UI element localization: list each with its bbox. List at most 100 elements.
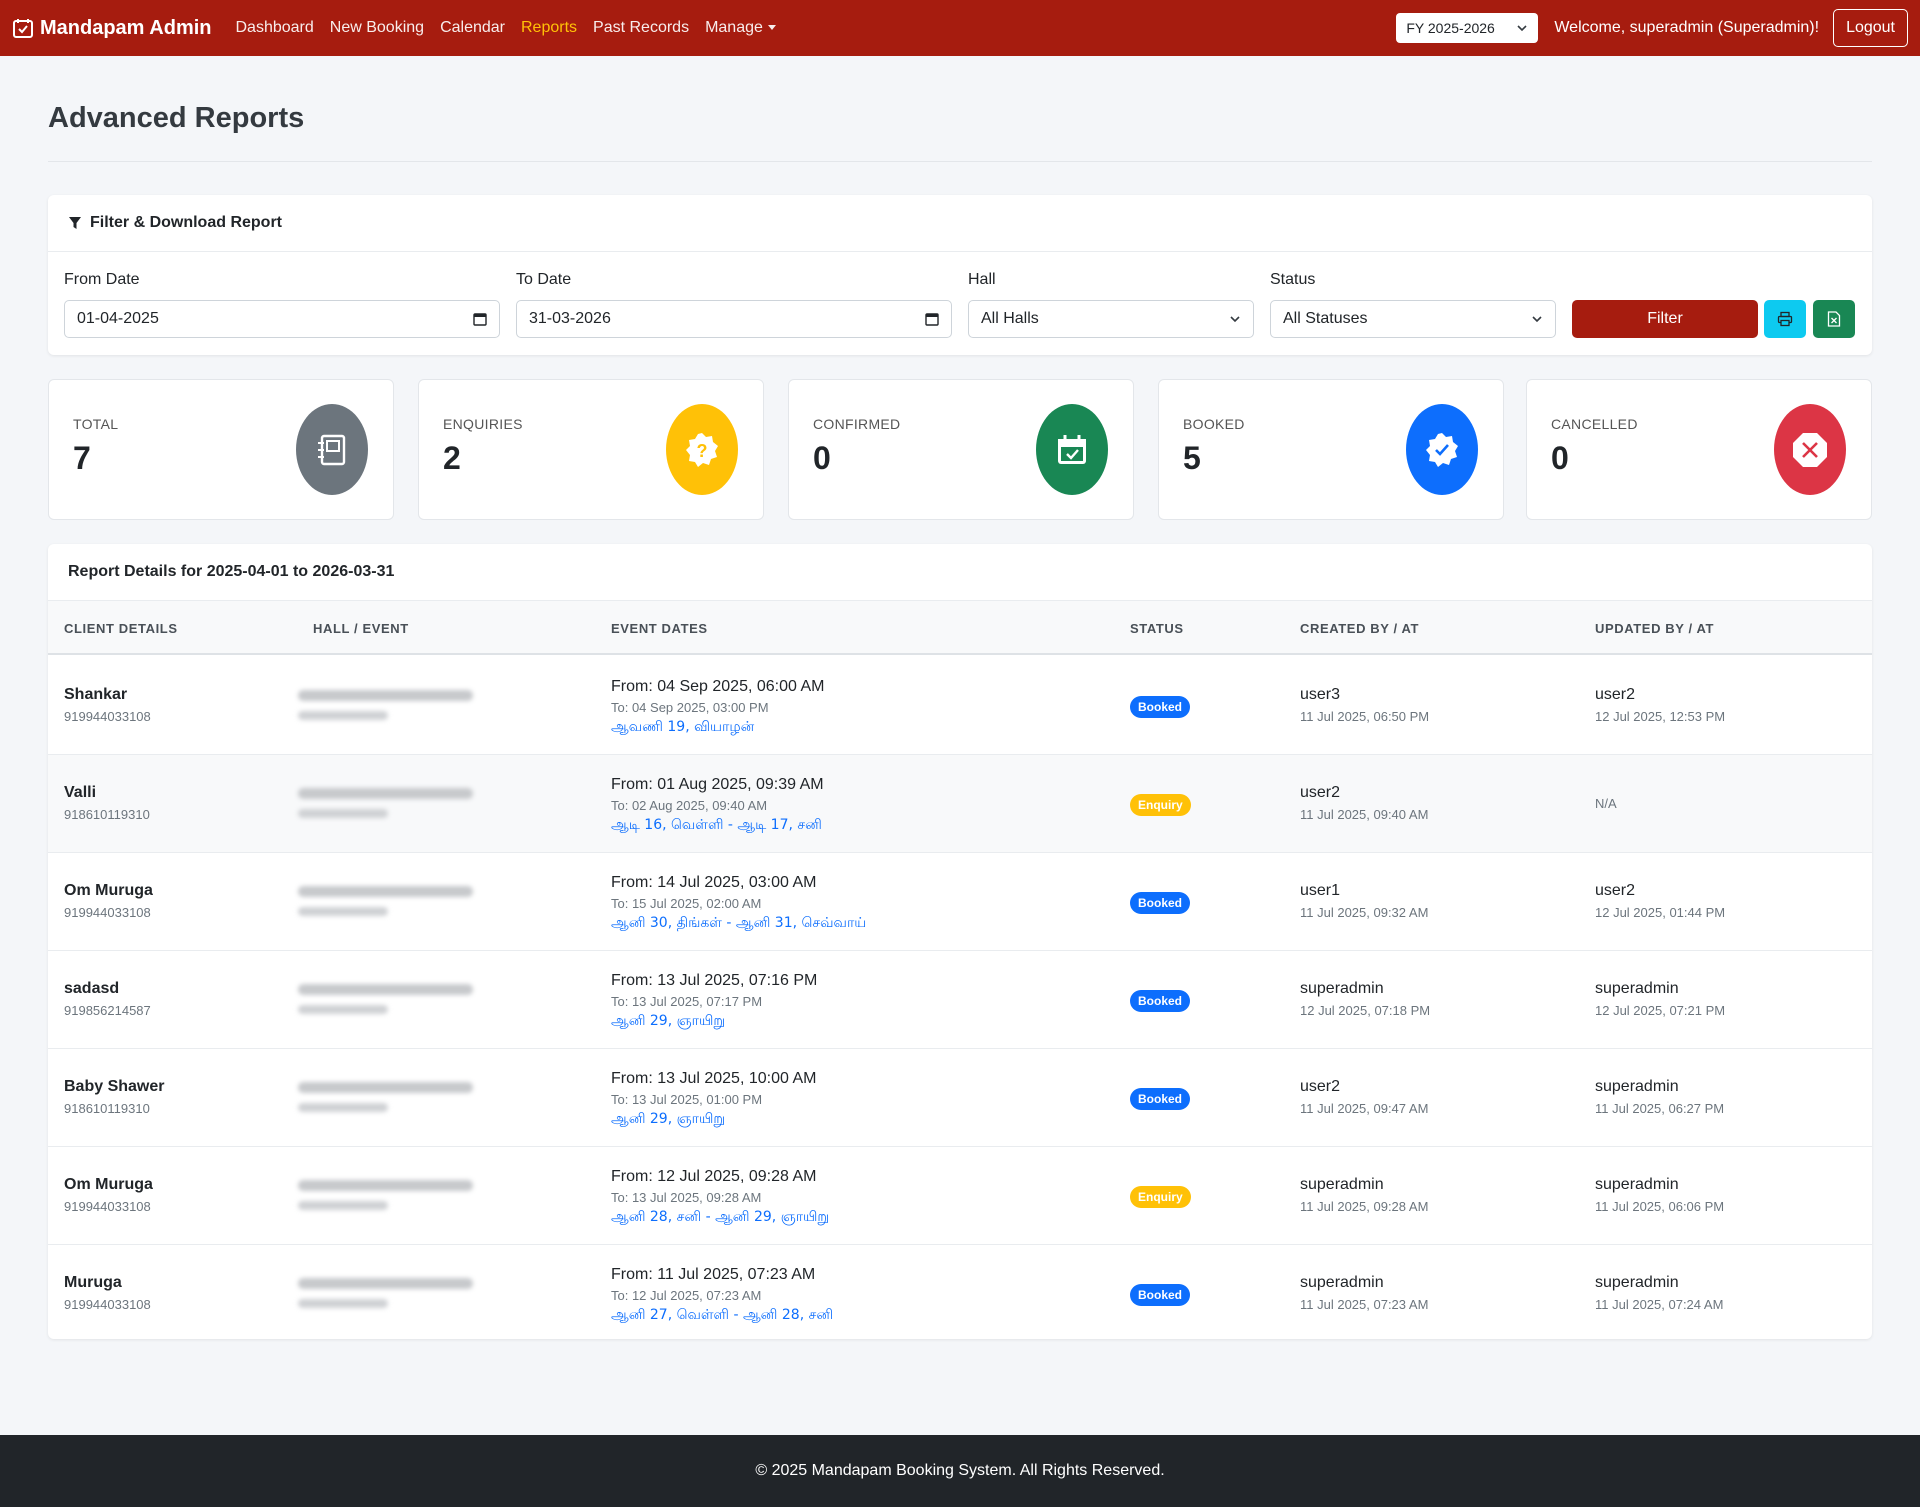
calendar-check-icon [1036,404,1108,495]
hall-event-redacted [298,1201,388,1210]
page-title: Advanced Reports [48,102,305,134]
from-date-input[interactable]: 01-04-2025 [64,300,500,338]
event-from: From: 04 Sep 2025, 06:00 AM [611,678,825,695]
brand-link[interactable]: Mandapam Admin [12,17,212,40]
status-select[interactable]: All Statuses [1270,300,1556,338]
table-row: Baby Shawer 918610119310 From: 13 Jul 20… [48,1049,1872,1147]
created-at: 11 Jul 2025, 09:32 AM [1300,905,1429,920]
created-at: 11 Jul 2025, 09:47 AM [1300,1101,1429,1116]
print-button[interactable] [1764,300,1806,338]
updated-by: superadmin [1595,980,1679,997]
created-at: 11 Jul 2025, 09:40 AM [1300,807,1429,822]
octagon-x-icon [1774,404,1846,495]
footer-text: © 2025 Mandapam Booking System. All Righ… [755,1462,1165,1479]
event-from: From: 13 Jul 2025, 07:16 PM [611,972,818,989]
chevron-down-icon [1532,316,1542,323]
nav-new-booking[interactable]: New Booking [330,19,424,37]
hall-event-redacted [298,1103,388,1112]
filter-card: Filter & Download Report From Date 01-04… [48,195,1872,355]
table-row: sadasd 919856214587 From: 13 Jul 2025, 0… [48,951,1872,1049]
nav-manage-dropdown[interactable]: Manage [705,19,776,37]
updated-by: superadmin [1595,1176,1679,1193]
tamil-date: ஆனி 29, ஞாயிறு [611,1013,726,1029]
hall-event-redacted [298,809,388,818]
calendar-check-icon [13,19,33,38]
updated-by: N/A [1595,796,1617,811]
stat-card-booked: BOOKED 5 [1158,379,1504,520]
stat-card-enquiries: ENQUIRIES 2 ? [418,379,764,520]
fy-select-value: FY 2025-2026 [1406,20,1495,36]
tamil-date: ஆடி 16, வெள்ளி - ஆடி 17, சனி [611,817,822,833]
client-phone: 919856214587 [64,1003,151,1018]
stat-value: 5 [1183,440,1201,476]
created-by: user1 [1300,882,1341,899]
stat-value: 2 [443,440,461,476]
status-badge: Booked [1130,1284,1191,1306]
tamil-date: ஆனி 28, சனி - ஆனி 29, ஞாயிறு [611,1209,830,1225]
stat-label: BOOKED [1183,416,1245,432]
hall-event-redacted [298,1082,473,1093]
client-phone: 919944033108 [64,1199,151,1214]
nav-reports[interactable]: Reports [521,19,577,37]
logout-button[interactable]: Logout [1833,9,1908,47]
event-from: From: 11 Jul 2025, 07:23 AM [611,1266,816,1283]
status-badge: Enquiry [1130,1186,1191,1208]
client-phone: 919944033108 [64,1297,151,1312]
question-icon: ? [666,404,738,495]
client-name: sadasd [64,980,120,997]
footer: © 2025 Mandapam Booking System. All Righ… [0,1435,1920,1507]
client-name: Baby Shawer [64,1078,165,1095]
event-from: From: 14 Jul 2025, 03:00 AM [611,874,817,891]
th-status: STATUS [1130,621,1184,636]
excel-export-button[interactable] [1813,300,1855,338]
calendar-icon [925,313,939,326]
event-from: From: 12 Jul 2025, 09:28 AM [611,1168,817,1185]
hall-event-redacted [298,907,388,916]
report-table-card: Report Details for 2025-04-01 to 2026-03… [48,544,1872,1339]
table-row: Shankar 919944033108 From: 04 Sep 2025, … [48,657,1872,755]
stat-card-confirmed: CONFIRMED 0 [788,379,1134,520]
updated-at: 12 Jul 2025, 12:53 PM [1595,709,1726,724]
stat-label: TOTAL [73,416,119,432]
client-name: Valli [64,784,97,801]
updated-at: 11 Jul 2025, 07:24 AM [1595,1297,1724,1312]
hall-event-redacted [298,1278,473,1289]
brand-name: Mandapam Admin [40,16,212,39]
created-at: 11 Jul 2025, 07:23 AM [1300,1297,1429,1312]
th-event-dates: EVENT DATES [611,621,708,636]
fy-select[interactable]: FY 2025-2026 [1396,13,1539,43]
journal-icon [296,404,368,495]
to-date-input[interactable]: 31-03-2026 [516,300,952,338]
updated-by: superadmin [1595,1078,1679,1095]
hall-select[interactable]: All Halls [968,300,1254,338]
nav-calendar[interactable]: Calendar [440,19,505,37]
event-to: To: 15 Jul 2025, 02:00 AM [611,896,762,911]
chevron-down-icon [1230,316,1240,323]
client-phone: 919944033108 [64,709,151,724]
client-phone: 919944033108 [64,905,151,920]
to-date-label: To Date [516,271,572,288]
hall-event-redacted [298,886,473,897]
created-by: user2 [1300,784,1341,801]
tamil-date: ஆனி 27, வெள்ளி - ஆனி 28, சனி [611,1307,834,1323]
updated-by: superadmin [1595,1274,1679,1291]
hall-select-value: All Halls [981,310,1039,327]
report-table-title: Report Details for 2025-04-01 to 2026-03… [48,544,1872,601]
filter-button[interactable]: Filter [1572,300,1758,338]
created-by: superadmin [1300,980,1384,997]
file-excel-icon [1827,311,1841,327]
created-by: user2 [1300,1078,1341,1095]
created-at: 12 Jul 2025, 07:18 PM [1300,1003,1431,1018]
to-date-value: 31-03-2026 [529,310,611,327]
nav-dashboard[interactable]: Dashboard [236,19,314,37]
stat-card-total: TOTAL 7 [48,379,394,520]
filter-card-header: Filter & Download Report [48,195,1872,252]
client-name: Om Muruga [64,1176,153,1193]
event-to: To: 04 Sep 2025, 03:00 PM [611,700,769,715]
stat-label: ENQUIRIES [443,416,523,432]
client-phone: 918610119310 [64,1101,150,1116]
nav-past-records[interactable]: Past Records [593,19,689,37]
from-date-label: From Date [64,271,140,288]
client-name: Shankar [64,686,128,703]
event-to: To: 13 Jul 2025, 01:00 PM [611,1092,763,1107]
